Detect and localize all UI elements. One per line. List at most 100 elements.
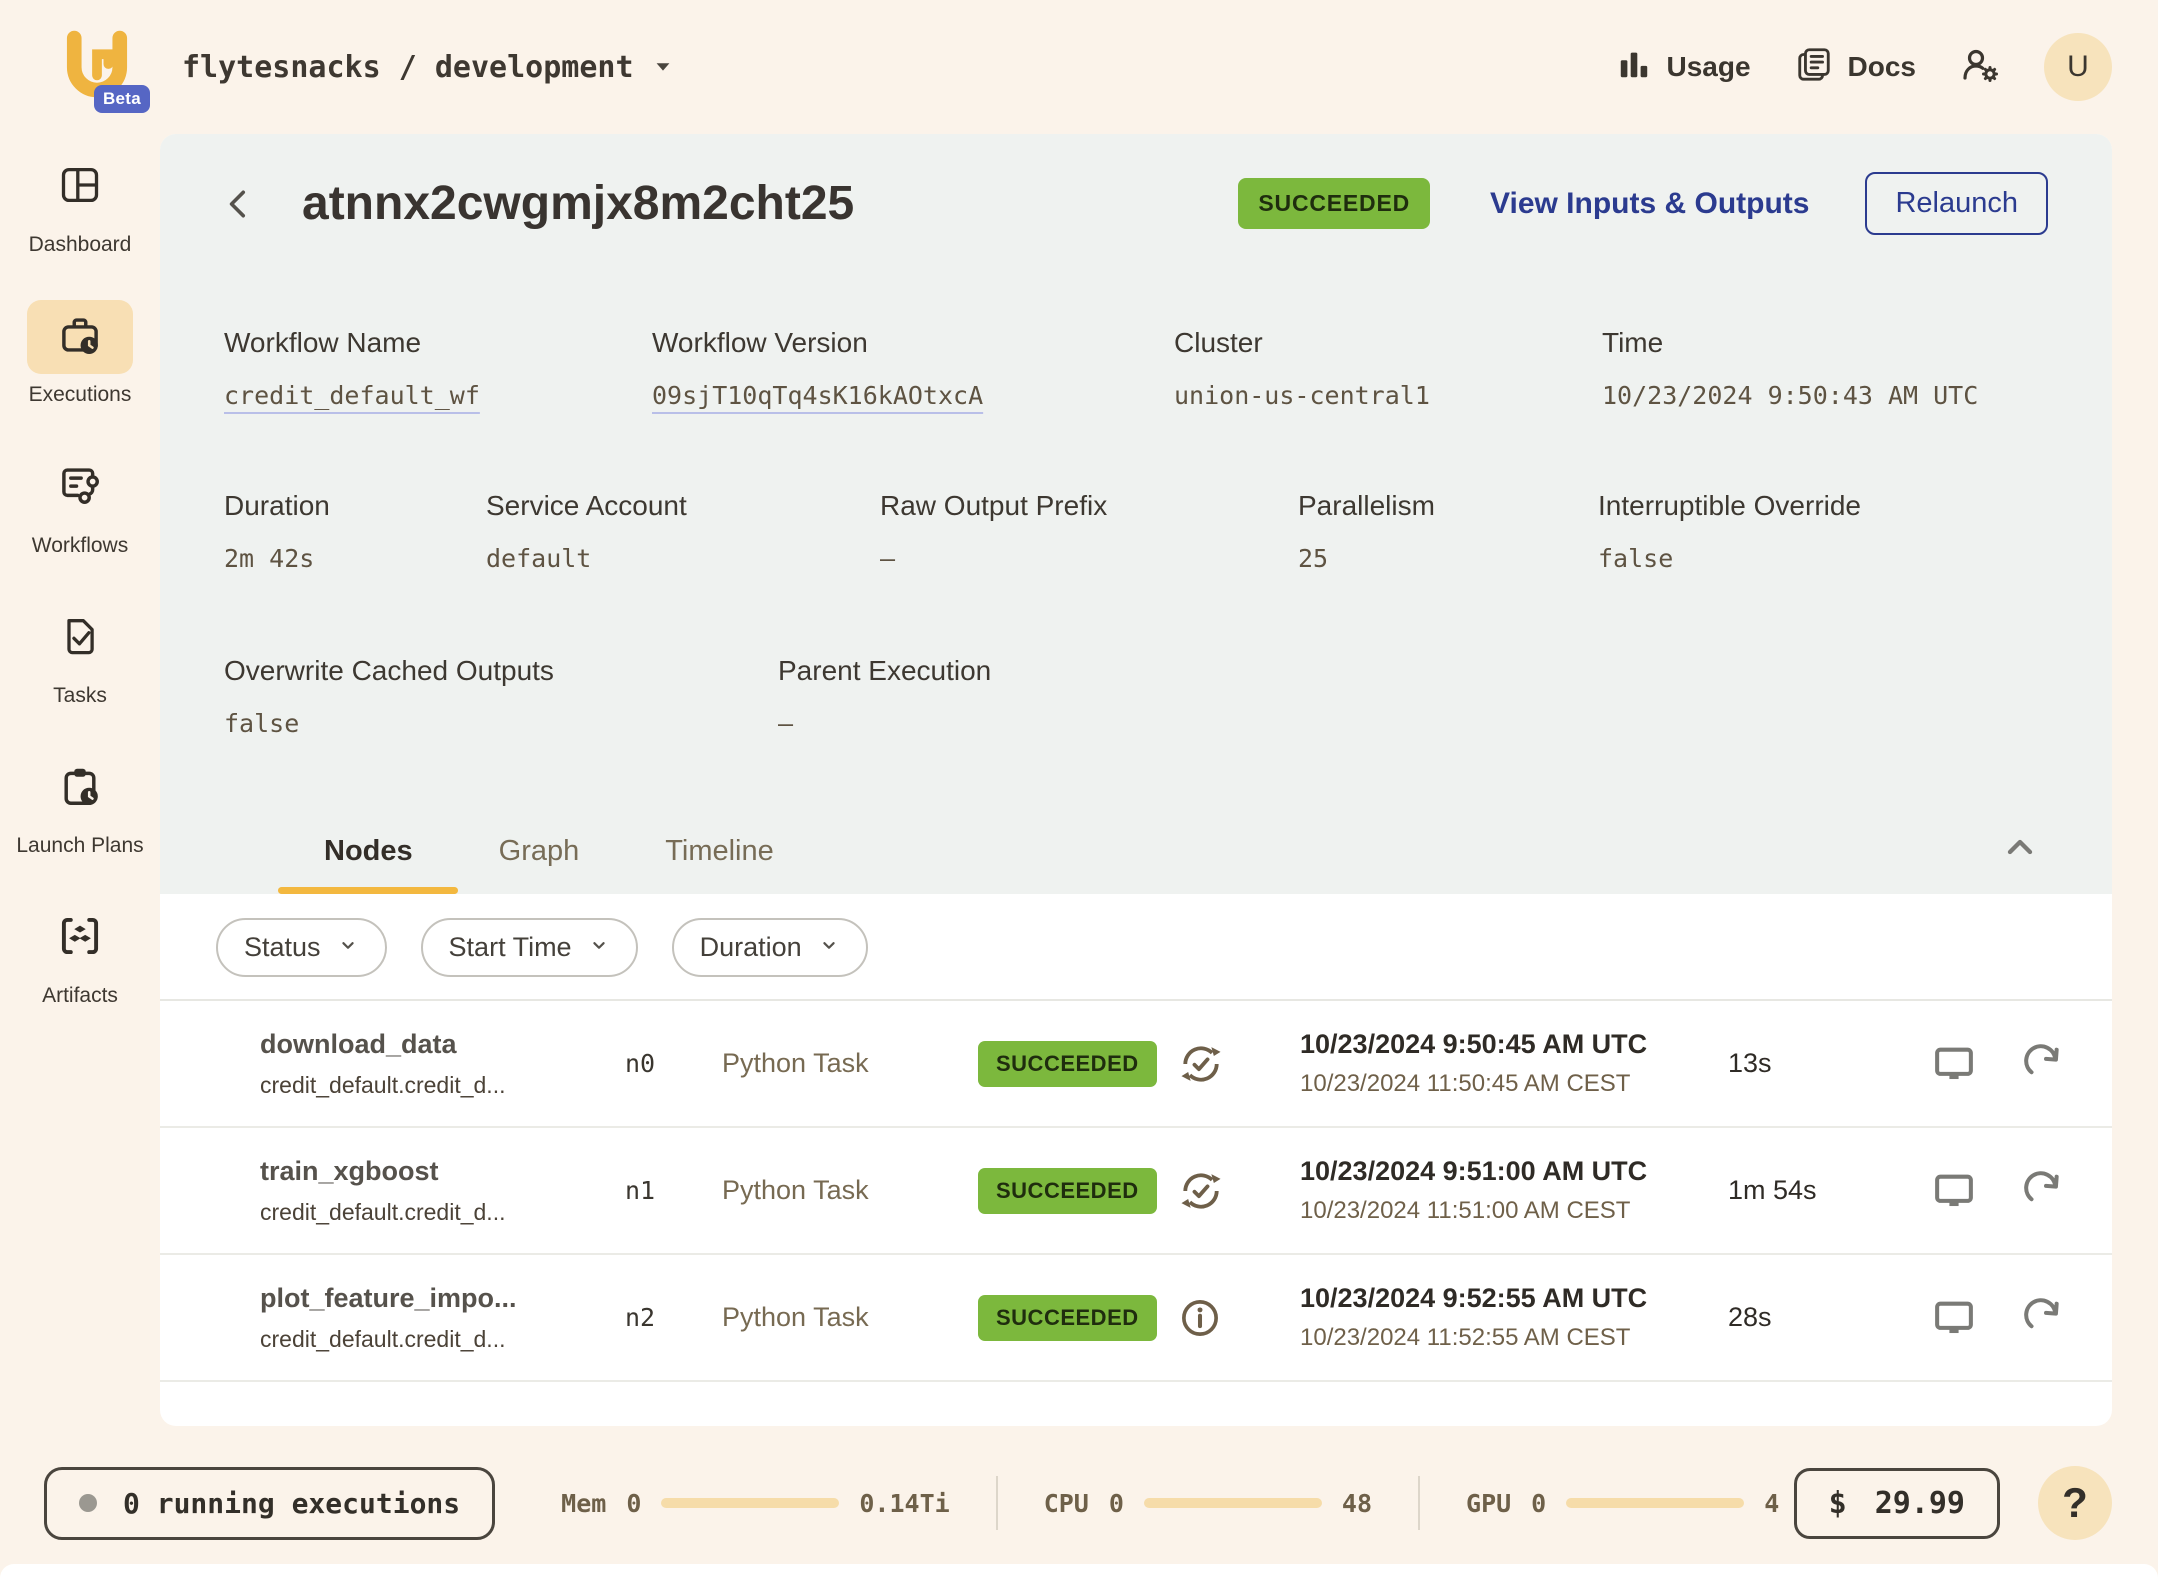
sidebar-item-executions[interactable]: Executions bbox=[0, 300, 160, 408]
node-start-utc: 10/23/2024 9:52:55 AM UTC bbox=[1300, 1283, 1728, 1314]
node-start-local: 10/23/2024 11:51:00 AM CEST bbox=[1300, 1197, 1728, 1225]
workflow-name-link[interactable]: credit_default_wf bbox=[224, 381, 652, 410]
mem-current: 0 bbox=[626, 1489, 641, 1518]
sidebar-label-dashboard: Dashboard bbox=[29, 232, 132, 258]
execution-title: atnnx2cwgmjx8m2cht25 bbox=[302, 176, 854, 231]
help-button[interactable]: ? bbox=[2038, 1466, 2112, 1540]
union-logo[interactable]: Beta bbox=[58, 25, 136, 109]
relaunch-node-icon[interactable] bbox=[2022, 1042, 2066, 1086]
running-executions-pill[interactable]: 0 running executions bbox=[44, 1467, 495, 1540]
breadcrumb-label: flytesnacks / development bbox=[182, 50, 634, 85]
node-task-path: credit_default.credit_d... bbox=[260, 1072, 625, 1099]
docs-button[interactable]: Docs bbox=[1795, 45, 1916, 90]
relaunch-node-icon[interactable] bbox=[2022, 1296, 2066, 1340]
user-settings-button[interactable] bbox=[1960, 45, 2000, 90]
workflows-icon bbox=[57, 462, 103, 513]
relaunch-node-icon[interactable] bbox=[2022, 1169, 2066, 1213]
node-status-badge: SUCCEEDED bbox=[978, 1041, 1157, 1087]
cpu-bar bbox=[1144, 1498, 1322, 1508]
sidebar-item-artifacts[interactable]: Artifacts bbox=[0, 901, 160, 1009]
avatar-letter: U bbox=[2067, 50, 2089, 84]
avatar[interactable]: U bbox=[2044, 33, 2112, 101]
node-filters: Status Start Time Duration bbox=[160, 894, 2112, 1001]
gpu-current: 0 bbox=[1531, 1489, 1546, 1518]
meta-row-1: Workflow Name credit_default_wf Workflow… bbox=[224, 327, 2048, 410]
chevron-down-icon bbox=[818, 932, 840, 963]
node-name-link[interactable]: train_xgboost bbox=[260, 1156, 625, 1187]
mem-label: Mem bbox=[561, 1489, 606, 1518]
logs-monitor-icon[interactable] bbox=[1932, 1042, 1976, 1086]
mem-meter: Mem 0 0.14Ti bbox=[561, 1489, 950, 1518]
node-type: Python Task bbox=[722, 1048, 869, 1078]
beta-badge: Beta bbox=[94, 85, 150, 113]
sidebar-label-executions: Executions bbox=[29, 382, 132, 408]
filter-status[interactable]: Status bbox=[216, 918, 387, 977]
info-icon[interactable] bbox=[1178, 1296, 1222, 1340]
meta-raw-output-prefix: Raw Output Prefix – bbox=[880, 490, 1298, 573]
artifacts-icon bbox=[57, 913, 103, 964]
node-name-link[interactable]: download_data bbox=[260, 1029, 625, 1060]
cache-status-icon[interactable] bbox=[1178, 1168, 1224, 1214]
divider bbox=[1418, 1476, 1420, 1530]
status-dot bbox=[79, 1494, 97, 1512]
filter-start-time[interactable]: Start Time bbox=[421, 918, 638, 977]
cpu-meter: CPU 0 48 bbox=[1044, 1489, 1372, 1518]
node-start-local: 10/23/2024 11:50:45 AM CEST bbox=[1300, 1070, 1728, 1098]
execution-header-row: atnnx2cwgmjx8m2cht25 SUCCEEDED View Inpu… bbox=[224, 172, 2048, 235]
sidebar: Dashboard Executions Workflows bbox=[0, 150, 160, 1010]
question-mark-icon: ? bbox=[2062, 1479, 2088, 1527]
usage-button[interactable]: Usage bbox=[1617, 47, 1750, 88]
node-name-link[interactable]: plot_feature_impo... bbox=[260, 1283, 625, 1314]
usage-label: Usage bbox=[1666, 51, 1750, 83]
meta-overwrite-cached-outputs: Overwrite Cached Outputs false bbox=[224, 655, 778, 738]
node-duration: 13s bbox=[1728, 1048, 1772, 1078]
node-duration: 28s bbox=[1728, 1302, 1772, 1332]
execution-header-section: atnnx2cwgmjx8m2cht25 SUCCEEDED View Inpu… bbox=[160, 134, 2112, 894]
filter-duration[interactable]: Duration bbox=[672, 918, 868, 977]
collapse-panel-button[interactable] bbox=[2000, 827, 2040, 894]
sidebar-item-workflows[interactable]: Workflows bbox=[0, 451, 160, 559]
node-row-train-xgboost: train_xgboost credit_default.credit_d...… bbox=[160, 1128, 2112, 1255]
cache-status-icon[interactable] bbox=[1178, 1041, 1224, 1087]
topbar: Beta flytesnacks / development Usage bbox=[0, 0, 2158, 134]
meta-row-2: Duration 2m 42s Service Account default … bbox=[224, 490, 2048, 573]
cost-button[interactable]: $ 29.99 bbox=[1794, 1468, 2000, 1539]
meta-interruptible-override: Interruptible Override false bbox=[1598, 490, 1861, 573]
node-start-utc: 10/23/2024 9:51:00 AM UTC bbox=[1300, 1156, 1728, 1187]
sidebar-item-dashboard[interactable]: Dashboard bbox=[0, 150, 160, 258]
sidebar-label-workflows: Workflows bbox=[32, 533, 128, 559]
back-button[interactable] bbox=[224, 182, 268, 226]
meta-parallelism: Parallelism 25 bbox=[1298, 490, 1598, 573]
chevron-down-icon bbox=[337, 932, 359, 963]
relaunch-button[interactable]: Relaunch bbox=[1865, 172, 2048, 235]
cpu-current: 0 bbox=[1109, 1489, 1124, 1518]
node-duration: 1m 54s bbox=[1728, 1175, 1817, 1205]
sidebar-label-artifacts: Artifacts bbox=[42, 983, 118, 1009]
launch-plans-icon bbox=[57, 763, 103, 814]
dashboard-icon bbox=[58, 163, 102, 212]
tab-nodes[interactable]: Nodes bbox=[324, 835, 413, 894]
gpu-meter: GPU 0 4 bbox=[1466, 1489, 1779, 1518]
sidebar-item-tasks[interactable]: Tasks bbox=[0, 601, 160, 709]
cpu-label: CPU bbox=[1044, 1489, 1089, 1518]
meta-parent-execution: Parent Execution – bbox=[778, 655, 991, 738]
logs-monitor-icon[interactable] bbox=[1932, 1296, 1976, 1340]
tab-graph[interactable]: Graph bbox=[499, 835, 580, 894]
mem-bar bbox=[661, 1498, 839, 1508]
node-type: Python Task bbox=[722, 1175, 869, 1205]
project-domain-selector[interactable]: flytesnacks / development bbox=[182, 50, 674, 85]
sidebar-label-launch-plans: Launch Plans bbox=[16, 833, 143, 859]
tab-timeline[interactable]: Timeline bbox=[665, 835, 774, 894]
workflow-version-link[interactable]: 09sjT10qTq4sK16kAOtxcA bbox=[652, 381, 1174, 410]
divider bbox=[996, 1476, 998, 1530]
resource-statusbar: 0 running executions Mem 0 0.14Ti CPU 0 … bbox=[44, 1466, 2112, 1540]
cpu-max: 48 bbox=[1342, 1489, 1372, 1518]
meta-workflow-version: Workflow Version 09sjT10qTq4sK16kAOtxcA bbox=[652, 327, 1174, 410]
node-id: n2 bbox=[625, 1303, 655, 1332]
chevron-down-icon bbox=[588, 932, 610, 963]
meta-cluster: Cluster union-us-central1 bbox=[1174, 327, 1602, 410]
logs-monitor-icon[interactable] bbox=[1932, 1169, 1976, 1213]
cost-amount: 29.99 bbox=[1875, 1486, 1965, 1521]
sidebar-item-launch-plans[interactable]: Launch Plans bbox=[0, 751, 160, 859]
view-inputs-outputs-link[interactable]: View Inputs & Outputs bbox=[1490, 187, 1809, 221]
